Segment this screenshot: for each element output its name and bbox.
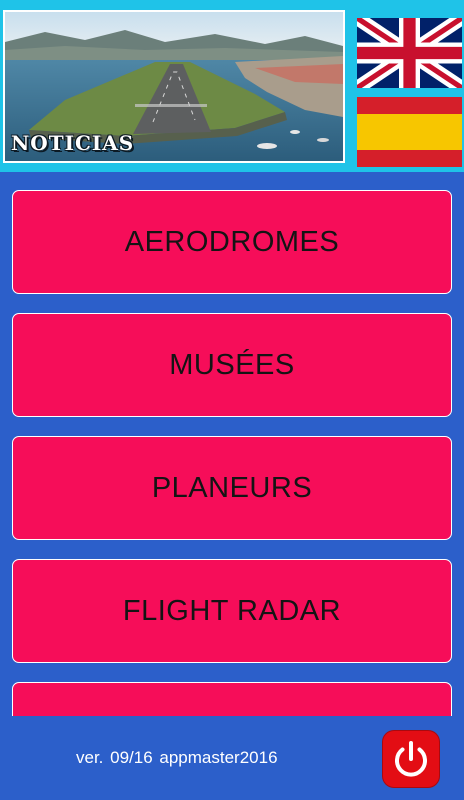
power-button[interactable] [382,730,440,788]
version-text: ver. 09/16 appmaster2016 [76,748,278,767]
footer: ver. 09/16 appmaster2016 [0,716,464,800]
flight-radar-button[interactable]: FLIGHT RADAR [12,559,452,663]
uk-flag-button[interactable] [353,12,464,94]
spain-flag-button[interactable] [357,97,462,167]
uk-flag-icon [353,12,464,94]
news-banner-label: NOTICIAS [11,131,135,155]
musees-button[interactable]: MUSÉES [12,313,452,417]
planeurs-label: PLANEURS [151,471,313,504]
spain-flag-icon [357,97,462,167]
menu-list: AERODROMES MUSÉES PLANEURS FLIGHT RADAR [0,172,464,716]
header: NOTICIAS [0,0,464,172]
aerodromes-button[interactable]: AERODROMES [12,190,452,294]
menu-item-partial[interactable] [12,682,452,716]
power-icon [395,741,427,777]
musees-label: MUSÉES [169,348,295,381]
planeurs-button[interactable]: PLANEURS [12,436,452,540]
flight-radar-label: FLIGHT RADAR [122,594,342,627]
news-banner[interactable]: NOTICIAS [3,10,345,163]
aerodromes-label: AERODROMES [124,225,340,258]
